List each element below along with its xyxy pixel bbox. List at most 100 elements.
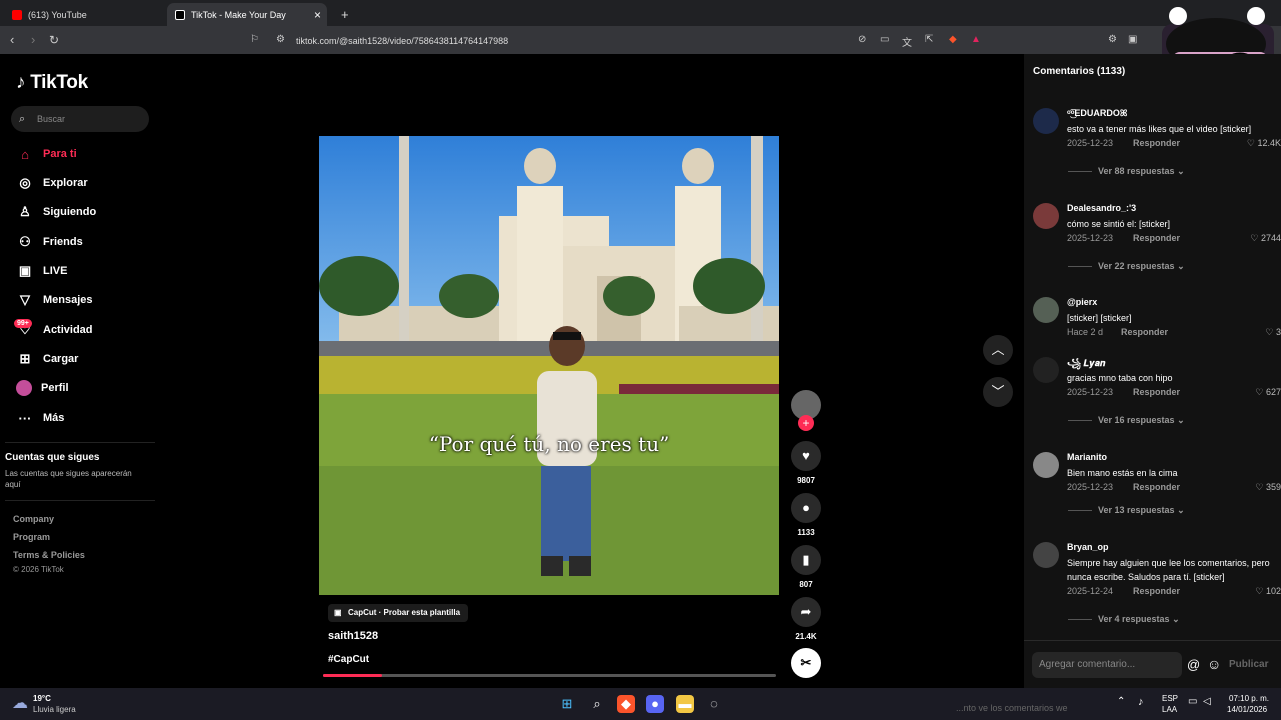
sidebar-item-live[interactable]: ▣ LIVE (16, 261, 68, 281)
share-icon[interactable]: ⇱ (925, 34, 933, 45)
view-replies-button[interactable]: Ver 88 respuestas ⌄ (1098, 166, 1185, 177)
search-icon[interactable]: ⌕ (588, 695, 606, 713)
nav-label: Más (43, 412, 65, 424)
sidebar-toggle-icon[interactable]: ▣ (1128, 34, 1137, 45)
comment-like-button[interactable]: ♡ 359 (1255, 482, 1281, 493)
avatar[interactable] (1033, 452, 1059, 478)
sidebar-item-mensajes[interactable]: ▽ Mensajes (16, 290, 93, 310)
author-avatar[interactable]: + (791, 390, 821, 431)
publish-button[interactable]: Publicar (1229, 659, 1268, 670)
avatar[interactable] (1033, 108, 1059, 134)
sidebar-item-explorar[interactable]: ◎ Explorar (16, 173, 87, 193)
reply-button[interactable]: Responder (1133, 586, 1180, 596)
view-replies-button[interactable]: Ver 13 respuestas ⌄ (1098, 505, 1185, 516)
rewards-icon[interactable]: ▲ (971, 34, 981, 45)
close-tab-icon[interactable]: × (314, 8, 321, 22)
discord-icon[interactable]: ● (646, 695, 664, 713)
tab-tiktok[interactable]: TikTok - Make Your Day × (167, 3, 327, 26)
app-icon[interactable]: ◌ (705, 695, 723, 713)
brave-browser-icon[interactable]: ◆ (617, 695, 635, 713)
view-replies-button[interactable]: Ver 22 respuestas ⌄ (1098, 261, 1185, 272)
sidebar-item-perfil[interactable]: Perfil (16, 378, 69, 398)
mention-icon[interactable]: @ (1187, 657, 1200, 672)
extensions-icon[interactable]: ⚙ (1108, 34, 1117, 45)
comment-author[interactable]: Bryan_op (1067, 542, 1109, 552)
avatar[interactable] (1033, 297, 1059, 323)
capcut-template-link[interactable]: ▣ CapCut · Probar esta plantilla (328, 604, 469, 622)
volume-icon[interactable]: ◁ (1203, 696, 1211, 707)
comment-like-button[interactable]: ♡ 3 (1265, 327, 1281, 338)
avatar[interactable] (1033, 542, 1059, 568)
tiktok-logo[interactable]: ♪ TikTok (16, 72, 88, 94)
home-icon: ⌂ (21, 146, 29, 162)
tab-youtube[interactable]: (613) YouTube (4, 3, 164, 26)
language-code[interactable]: ESP (1162, 694, 1178, 703)
next-video-button[interactable]: ﹀ (983, 377, 1013, 407)
reload-icon[interactable]: ↻ (49, 33, 59, 47)
video-player[interactable]: “Por qué tú, no eres tu” (319, 136, 779, 595)
comment-author[interactable]: Dealesandro_:'3 (1067, 203, 1136, 213)
clock-date[interactable]: 14/01/2026 (1227, 705, 1267, 714)
sidebar-item-siguiendo[interactable]: ♙ Siguiendo (16, 202, 96, 222)
network-icon[interactable]: ▭ (1188, 696, 1197, 707)
reply-button[interactable]: Responder (1133, 387, 1180, 397)
sidebar-item-friends[interactable]: ⚇ Friends (16, 232, 83, 252)
back-icon[interactable]: ‹ (10, 33, 14, 47)
file-explorer-icon[interactable]: ▬ (676, 695, 694, 713)
footer-link-company[interactable]: Company (13, 514, 54, 524)
comment-author[interactable]: ᵒ͜͡ᵒEDUARDOꕤ (1067, 108, 1127, 119)
footer-link-terms[interactable]: Terms & Policies (13, 550, 85, 560)
divider (1068, 619, 1092, 620)
reply-button[interactable]: Responder (1133, 233, 1180, 243)
os-taskbar: ☁ 19°C Lluvia ligera ⊞ ⌕ ◆ ● ▬ ◌ ...nto … (0, 688, 1281, 720)
cast-icon[interactable]: ▭ (880, 34, 889, 45)
avatar[interactable] (1033, 357, 1059, 383)
microphone-icon[interactable]: ♪ (1138, 696, 1144, 708)
comment-like-count: 3 (1275, 327, 1281, 337)
comment-like-button[interactable]: ♡ 102 (1255, 586, 1281, 597)
comment-date: 2025-12-23 (1067, 233, 1114, 243)
comment-input[interactable]: Agregar comentario... (1032, 652, 1182, 678)
search-input[interactable]: ⌕ Buscar (11, 106, 149, 132)
windows-start-icon[interactable]: ⊞ (558, 695, 576, 713)
translate-icon[interactable]: ⊘ (858, 34, 866, 45)
reply-button[interactable]: Responder (1133, 138, 1180, 148)
url-field[interactable]: tiktok.com/@saith1528/video/758643811476… (240, 31, 990, 51)
clock-time[interactable]: 07:10 p. m. (1229, 694, 1269, 703)
comment-like-button[interactable]: ♡ 627 (1255, 387, 1281, 398)
follow-plus-icon[interactable]: + (798, 415, 814, 431)
comment-button[interactable]: ● 1133 (791, 493, 821, 537)
reply-button[interactable]: Responder (1133, 482, 1180, 492)
comment-item: ᵒ͜͡ᵒEDUARDOꕤ esto va a tener más likes q… (1032, 108, 1281, 178)
brave-shield-icon[interactable]: ◆ (949, 34, 957, 45)
new-tab-button[interactable]: + (333, 3, 357, 26)
emoji-icon[interactable]: ☺ (1207, 656, 1221, 672)
share-button[interactable]: ➦ 21.4K (791, 597, 821, 641)
comment-like-button[interactable]: ♡ 2744 (1250, 233, 1281, 244)
previous-video-button[interactable]: ︿ (983, 335, 1013, 365)
chevron-up-icon[interactable]: ⌃ (1117, 696, 1125, 707)
sidebar-item-cargar[interactable]: ⊞ Cargar (16, 349, 79, 369)
save-button[interactable]: ▮ 807 (791, 545, 821, 589)
weather-temp: 19°C (33, 694, 51, 703)
view-replies-button[interactable]: Ver 16 respuestas ⌄ (1098, 415, 1185, 426)
comment-like-button[interactable]: ♡ 12.4K (1247, 138, 1281, 149)
like-button[interactable]: ♥ 9807 (791, 441, 821, 485)
view-replies-button[interactable]: Ver 4 respuestas ⌄ (1098, 614, 1180, 625)
comment-author[interactable]: @pierx (1067, 297, 1097, 307)
keyboard-layout[interactable]: LAA (1162, 705, 1177, 714)
avatar[interactable] (1033, 203, 1059, 229)
video-hashtag[interactable]: #CapCut (328, 654, 369, 665)
comment-author[interactable]: Marianito (1067, 452, 1107, 462)
view-replies-label: Ver 88 respuestas (1098, 166, 1175, 176)
capcut-button[interactable]: ✂ (791, 648, 821, 678)
forward-icon[interactable]: › (31, 33, 35, 47)
video-author[interactable]: saith1528 (328, 630, 378, 642)
sidebar-item-mas[interactable]: ··· Más (16, 408, 65, 428)
sidebar-item-para-ti[interactable]: ⌂ Para ti (16, 144, 77, 164)
comment-like-count: 2744 (1260, 233, 1281, 243)
video-progress-bar[interactable] (323, 674, 776, 677)
reply-button[interactable]: Responder (1121, 327, 1168, 337)
language-icon[interactable]: 文 (902, 34, 912, 49)
footer-link-program[interactable]: Program (13, 532, 50, 542)
